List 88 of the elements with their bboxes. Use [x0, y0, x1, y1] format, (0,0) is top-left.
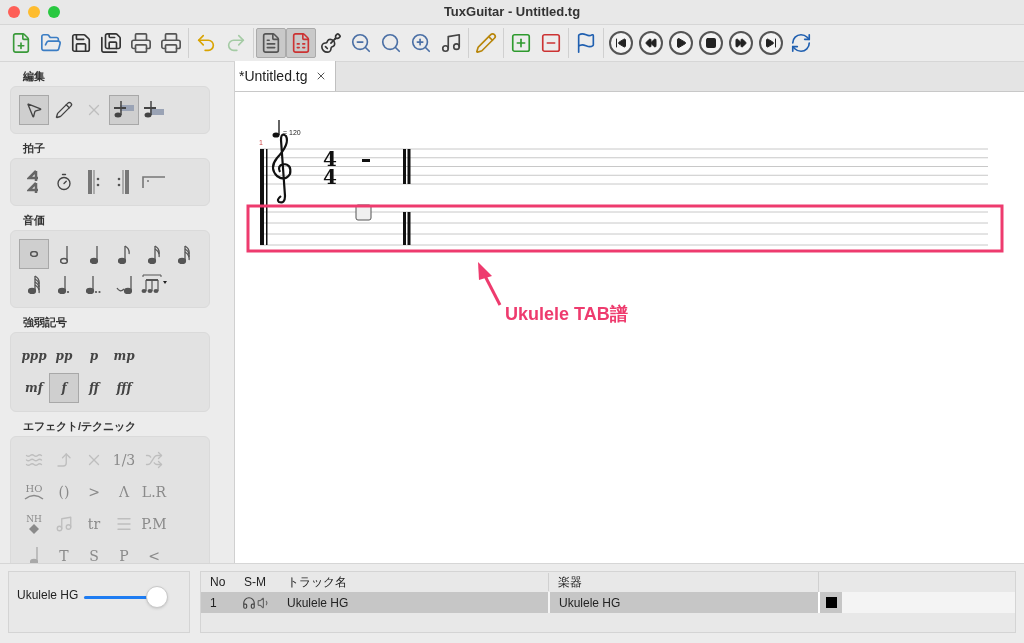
annotation-arrow — [478, 262, 502, 306]
redo-icon — [225, 32, 247, 54]
guitar-icon — [320, 32, 342, 54]
pencil-icon — [475, 32, 497, 54]
slider-thumb[interactable] — [146, 586, 169, 608]
zoom-reset-icon — [380, 32, 402, 54]
zoom-in-icon — [410, 32, 432, 54]
print-icon — [160, 32, 182, 54]
palette-button[interactable]: mf — [19, 373, 49, 403]
palette-section-title: 音価 — [22, 213, 46, 228]
palette-button[interactable]: mp — [109, 341, 139, 371]
volume-slider[interactable] — [84, 586, 167, 608]
tempo-note-icon — [272, 119, 280, 138]
palette-button[interactable] — [19, 95, 49, 125]
diamond-icon — [29, 523, 39, 534]
stop-icon — [699, 31, 723, 55]
tuplet-icon — [141, 273, 167, 295]
palette-button[interactable]: f — [49, 373, 79, 403]
save-icon — [70, 32, 92, 54]
cross-arrows-icon — [145, 451, 163, 469]
slashes-icon — [115, 515, 133, 533]
annotation-text: Ukulele TAB譜 — [505, 304, 628, 324]
staccato-note-icon — [30, 545, 38, 563]
select-pointer-icon — [25, 101, 43, 119]
palette-button[interactable]: fff — [109, 373, 139, 403]
pencil-icon — [55, 101, 73, 119]
track-row[interactable]: 1 Ukulele HG Ukulele HG — [201, 592, 1015, 613]
note-icon — [60, 244, 68, 264]
loop-icon — [790, 32, 812, 54]
window-title: TuxGuitar - Untitled.tg — [443, 3, 581, 22]
palette-section-title: 拍子 — [22, 141, 46, 156]
skip-forward-icon — [759, 31, 783, 55]
whole-note-icon — [29, 251, 39, 257]
dotted-note-icon — [57, 274, 71, 294]
stopwatch-icon — [55, 173, 73, 191]
play-icon — [669, 31, 693, 55]
fast-forward-icon — [729, 31, 753, 55]
palette-button[interactable]: p — [79, 341, 109, 371]
note-icon — [90, 244, 98, 264]
volta-bracket-icon — [142, 175, 166, 189]
repeat-start-icon — [86, 169, 102, 195]
remove-track-icon — [540, 32, 562, 54]
new-file-icon — [10, 32, 32, 54]
palette-button[interactable]: ppp — [19, 341, 49, 371]
music-note-icon — [440, 32, 462, 54]
palette-section-title: エフェクト/テクニック — [22, 419, 138, 434]
palette-button[interactable] — [109, 95, 139, 125]
treble-clef-drawing — [271, 133, 292, 204]
zoom-out-icon — [350, 32, 372, 54]
track-color-swatch[interactable] — [825, 597, 837, 608]
column-header: No — [209, 574, 227, 591]
track-volume-label: Ukulele HG — [17, 587, 79, 604]
note-icon — [148, 244, 160, 264]
solo-icon[interactable] — [242, 595, 256, 610]
undo-icon — [195, 32, 217, 54]
palette-button[interactable]: ff — [79, 373, 109, 403]
note-icon — [178, 244, 190, 264]
folder-icon — [40, 32, 62, 54]
add-track-icon — [510, 32, 532, 54]
tied-note-icon — [116, 274, 132, 294]
dotted-note-icon — [85, 274, 103, 294]
wavy-line-icon — [25, 451, 43, 469]
note-icon — [118, 244, 130, 264]
bend-arrow-icon — [55, 451, 73, 469]
grace-note-icon — [55, 515, 73, 533]
arc-icon — [24, 494, 44, 500]
close-window-button[interactable] — [8, 6, 20, 18]
document-icon — [260, 32, 282, 54]
time-signature-icon — [27, 170, 41, 194]
table-cell-text: Ukulele HG — [286, 594, 350, 612]
note-icon — [28, 274, 40, 294]
whole-rest-icon — [362, 159, 370, 162]
skip-back-icon — [609, 31, 633, 55]
palette-section-title: 強弱記号 — [22, 315, 68, 330]
palette-button[interactable]: pp — [49, 341, 79, 371]
rewind-icon — [639, 31, 663, 55]
column-header: 楽器 — [548, 573, 818, 591]
flag-icon — [575, 32, 597, 54]
column-header: トラック名 — [286, 574, 348, 591]
document-icon — [290, 32, 312, 54]
document-tab[interactable]: *Untitled.tg — [235, 61, 337, 91]
time-signature-denominator: 4 — [323, 165, 337, 189]
save-as-icon — [100, 32, 122, 54]
print-preview-icon — [130, 32, 152, 54]
table-cell-text: 1 — [209, 594, 218, 612]
repeat-end-icon — [116, 169, 132, 195]
column-header: S-M — [243, 574, 267, 591]
palette-section-title: 編集 — [21, 69, 46, 84]
